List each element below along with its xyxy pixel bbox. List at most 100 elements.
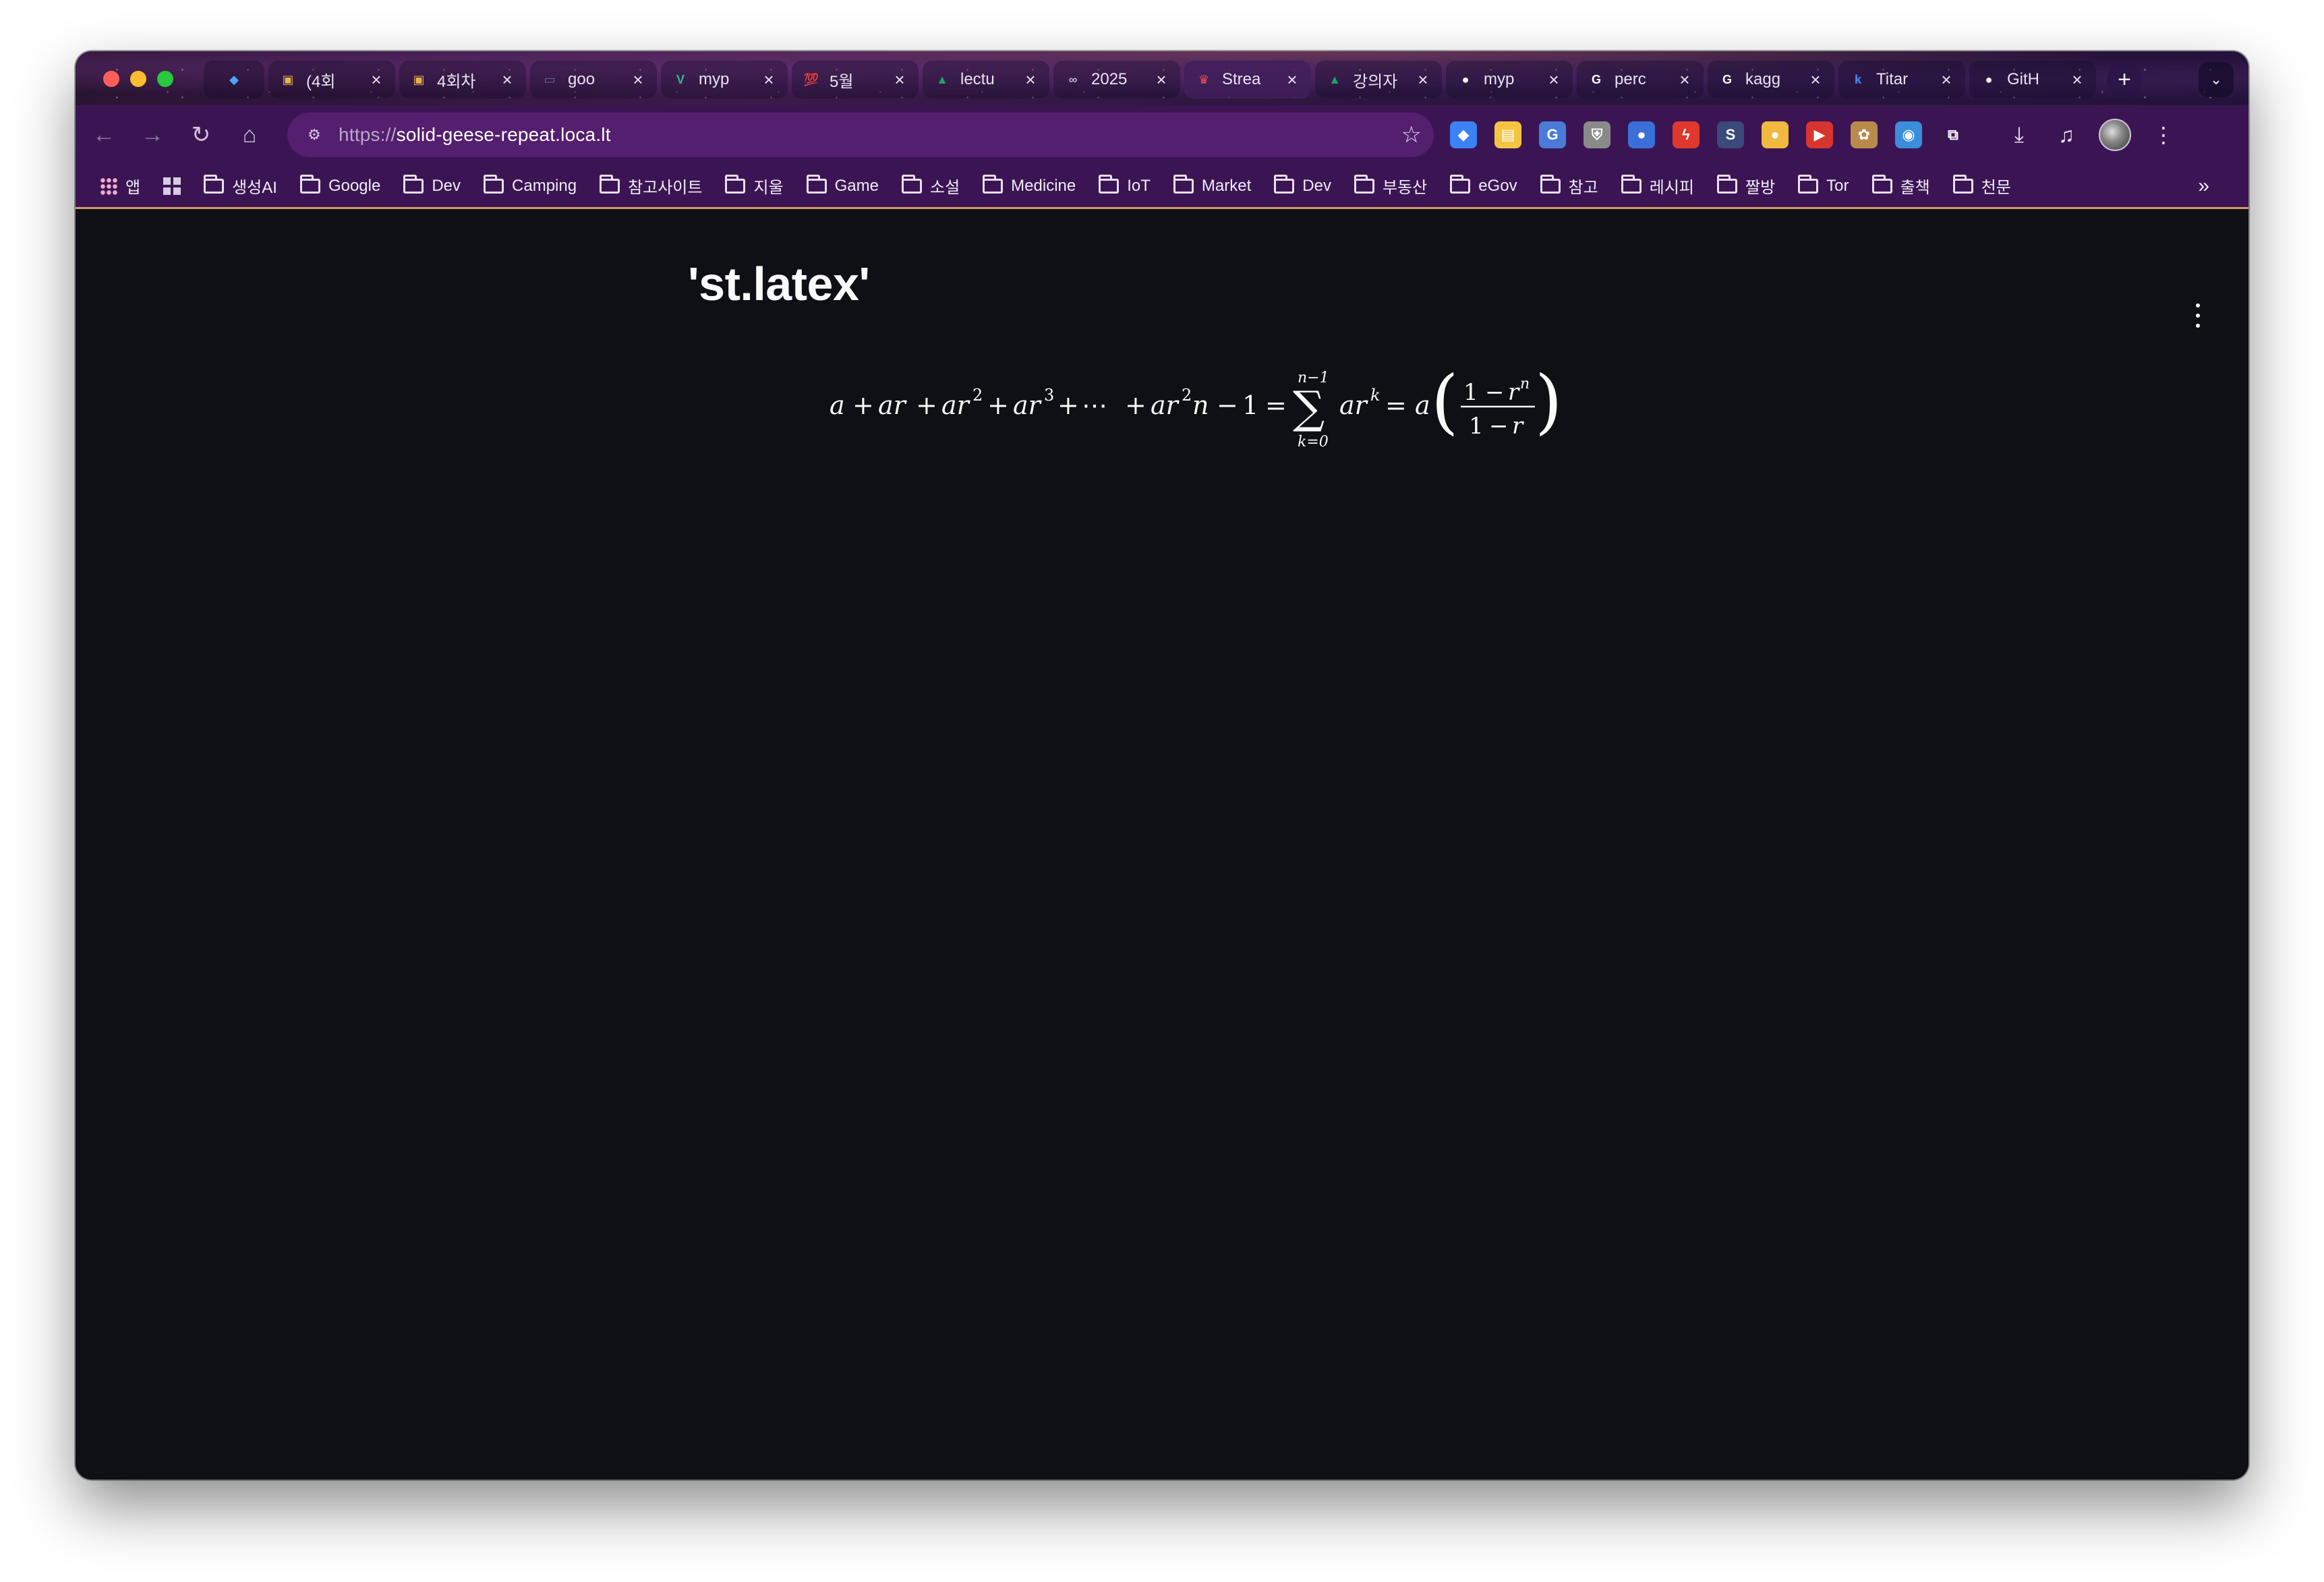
bookmark-folder[interactable]: Dev xyxy=(403,174,461,196)
v-icon: V xyxy=(676,72,685,86)
bookmark-folder[interactable]: 참고사이트 xyxy=(600,174,702,198)
cookie-ext-icon[interactable]: ✿ xyxy=(1851,121,1878,148)
tab-10[interactable]: ● myp × xyxy=(1446,61,1573,98)
bolt-ext-icon[interactable]: ϟ xyxy=(1673,121,1700,148)
bookmark-folder[interactable]: Camping xyxy=(484,174,577,196)
tab-close-icon[interactable]: × xyxy=(1544,69,1563,90)
hundred-icon: 💯 xyxy=(803,72,819,86)
tab-close-icon[interactable]: × xyxy=(2068,69,2087,90)
puzzle-ext-icon[interactable]: ⧉ xyxy=(1940,121,1967,148)
new-tab-button[interactable]: + xyxy=(2107,62,2142,97)
shield-ext-icon[interactable]: ⛨ xyxy=(1584,121,1610,148)
app-menu-icon[interactable] xyxy=(2195,303,2201,328)
download-icon[interactable]: ⤓ xyxy=(2004,122,2034,148)
circle-ext-icon[interactable]: ● xyxy=(1762,121,1789,148)
bookmark-folder[interactable]: 참고 xyxy=(1540,174,1598,198)
bookmark-folder[interactable]: Google xyxy=(299,174,380,196)
close-window-button[interactable] xyxy=(103,71,119,87)
minimize-window-button[interactable] xyxy=(130,71,146,87)
latex-num-r: r xyxy=(1508,379,1520,406)
google-icon: G xyxy=(1722,72,1732,86)
url-text[interactable]: https://solid-geese-repeat.loca.lt xyxy=(339,124,1401,146)
tab-close-icon[interactable]: × xyxy=(1937,69,1956,90)
forward-button[interactable]: → xyxy=(132,115,173,155)
tab-12[interactable]: Gkagg × xyxy=(1708,61,1834,98)
tab-close-icon[interactable]: × xyxy=(759,69,778,90)
tab-6[interactable]: ▲ lectu × xyxy=(923,61,1049,98)
tab-search-button[interactable]: ⌄ xyxy=(2199,62,2234,97)
tab-close-icon[interactable]: × xyxy=(1806,69,1825,90)
media-control-icon[interactable]: ♫ xyxy=(2052,123,2081,148)
folder-icon xyxy=(1717,174,1737,194)
tab-close-icon[interactable]: × xyxy=(1283,69,1302,90)
bookmark-folder[interactable]: 부동산 xyxy=(1354,174,1427,198)
tab-title: myp xyxy=(1484,70,1515,88)
reload-button[interactable]: ↻ xyxy=(181,115,221,155)
bookmark-folder[interactable]: 짤방 xyxy=(1717,174,1775,198)
latex-sup-k: k xyxy=(1370,386,1381,405)
tab-3[interactable]: ▭ goo × xyxy=(530,61,657,98)
tab-close-icon[interactable]: × xyxy=(1414,69,1432,90)
profile-avatar[interactable] xyxy=(2099,119,2131,151)
bookmarks-overflow-button[interactable]: » xyxy=(2198,175,2209,198)
back-button[interactable]: ← xyxy=(84,115,124,155)
bookmark-label: Camping xyxy=(512,176,577,195)
address-bar[interactable]: ⚙ https://solid-geese-repeat.loca.lt ☆ xyxy=(287,113,1434,157)
tab-close-icon[interactable]: × xyxy=(1675,69,1694,90)
maximize-window-button[interactable] xyxy=(157,71,173,87)
bookmark-folder[interactable]: 지울 xyxy=(725,174,784,198)
bookmark-folder[interactable]: Dev xyxy=(1274,174,1331,196)
latex-cdots: ⋯ xyxy=(1082,390,1107,420)
tab-9[interactable]: ▲ 강의자 × xyxy=(1315,61,1442,98)
bookmark-star-icon[interactable]: ☆ xyxy=(1401,121,1422,148)
bookmark-folder[interactable]: Market xyxy=(1173,174,1251,196)
bookmark-folder[interactable]: 소설 xyxy=(902,174,960,198)
bookmark-folder[interactable]: 천문 xyxy=(1952,174,2011,198)
bookmark-folder[interactable]: Medicine xyxy=(983,174,1076,196)
bookmark-folder[interactable]: Game xyxy=(806,174,879,196)
tab-5[interactable]: 💯 5월 × xyxy=(792,61,919,98)
menu-kebab-icon[interactable]: ⋮ xyxy=(2149,122,2178,148)
tab-13[interactable]: k Titar × xyxy=(1838,61,1965,98)
bookmark-folder[interactable]: Tor xyxy=(1798,174,1849,196)
tab-8[interactable]: ♛ Strea × xyxy=(1184,61,1311,98)
note-ext-icon[interactable]: ▤ xyxy=(1494,121,1521,148)
latex-equals-2: = xyxy=(1385,390,1407,420)
bookmark-folder[interactable]: 출책 xyxy=(1871,174,1930,198)
url-scheme: https:// xyxy=(339,124,397,145)
bookmark-folder[interactable]: IoT xyxy=(1099,174,1151,196)
bookmark-tab-groups[interactable] xyxy=(163,177,181,195)
bookmark-apps[interactable]: 앱 xyxy=(100,174,140,198)
tab-14[interactable]: ● GitH × xyxy=(1969,61,2096,98)
tab-close-icon[interactable]: × xyxy=(367,69,386,90)
tab-2[interactable]: ▣ 4회차 × xyxy=(399,61,526,98)
k-icon: k xyxy=(1854,72,1861,86)
folder-icon xyxy=(806,174,827,194)
play-ext-icon[interactable]: ▶ xyxy=(1806,121,1833,148)
tab-11[interactable]: Gperc × xyxy=(1577,61,1704,98)
tab-close-icon[interactable]: × xyxy=(629,69,647,90)
bookmark-folder[interactable]: eGov xyxy=(1450,174,1517,196)
tab-close-icon[interactable]: × xyxy=(1021,69,1040,90)
gem-ext-icon[interactable]: ◆ xyxy=(1450,121,1477,148)
bookmark-folder[interactable]: 생성AI xyxy=(204,174,277,198)
tab-close-icon[interactable]: × xyxy=(1152,69,1171,90)
tab-0[interactable]: ◆ xyxy=(204,61,264,98)
home-button[interactable]: ⌂ xyxy=(229,115,270,155)
location-ext-icon[interactable]: ● xyxy=(1628,121,1655,148)
browser-window: ◆ ▣ (4회 × ▣ 4회차 × ▭ goo × Vmyp × 💯 5월 × ▲ lectu × ∞ 2025 × ♛ S… xyxy=(76,51,2248,1480)
tab-4[interactable]: Vmyp × xyxy=(661,61,788,98)
bookmark-folder[interactable]: 레시피 xyxy=(1621,174,1694,198)
tab-close-icon[interactable]: × xyxy=(890,69,909,90)
translate-ext-icon[interactable]: G xyxy=(1539,121,1566,148)
tab-1[interactable]: ▣ (4회 × xyxy=(268,61,395,98)
latex-num-minus: − xyxy=(1485,379,1505,406)
site-settings-icon[interactable]: ⚙ xyxy=(299,120,329,150)
colorwheel-ext-icon[interactable]: ◉ xyxy=(1895,121,1922,148)
folder-icon xyxy=(600,174,620,194)
tab-7[interactable]: ∞ 2025 × xyxy=(1053,61,1180,98)
s-ext-icon[interactable]: S xyxy=(1717,121,1744,148)
latex-term-ar3: ar xyxy=(1013,390,1043,420)
tab-close-icon[interactable]: × xyxy=(498,69,517,90)
latex-sum-symbol: ∑ xyxy=(1293,382,1325,434)
